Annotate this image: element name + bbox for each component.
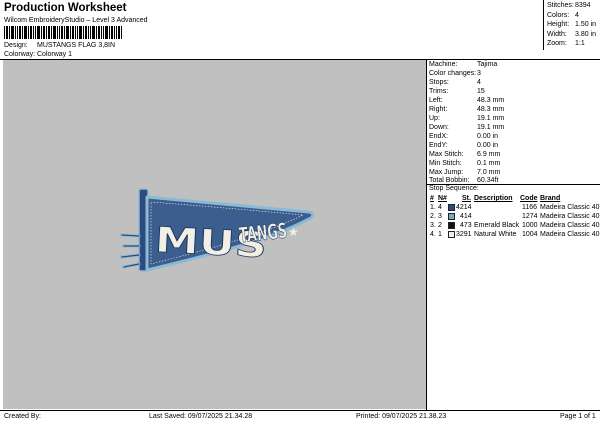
- col-header-st: St.: [462, 195, 471, 202]
- pennant-fringe: [119, 233, 141, 269]
- info-row: EndX: 0.00 in: [429, 133, 499, 140]
- col-header-n: N#: [438, 195, 447, 202]
- color-swatch: [448, 231, 455, 238]
- info-row: Stops: 4: [429, 79, 481, 86]
- colorway-value: Colorway 1: [37, 51, 73, 58]
- info-row: Machine: Tajima: [429, 61, 498, 68]
- info-row: Min Stitch: 0.1 mm: [429, 160, 501, 167]
- star-icon: ★: [288, 225, 299, 239]
- summary-row: Stitches:8394: [547, 2, 591, 9]
- colorway-row: Colorway: Colorway 1: [4, 51, 72, 58]
- design-value: MUSTANGS FLAG 3,8IN: [37, 42, 116, 49]
- info-row: Max Stitch: 6.9 mm: [429, 151, 501, 158]
- col-header-brand: Brand: [540, 195, 561, 202]
- col-header-description: Description: [474, 195, 513, 202]
- design-canvas: MUS TANGS ★: [3, 60, 426, 409]
- color-swatch: [448, 204, 455, 211]
- color-swatch: [448, 222, 455, 229]
- worksheet-title: Production Worksheet: [4, 2, 127, 14]
- panel-divider: [426, 59, 427, 410]
- footer-created-by: Created By:: [4, 413, 41, 420]
- info-row: Max Jump: 7.0 mm: [429, 169, 501, 176]
- col-header-num: #: [430, 195, 434, 202]
- info-row: Right: 48.3 mm: [429, 106, 505, 113]
- info-row: EndY: 0.00 in: [429, 142, 499, 149]
- info-row: Color changes:3: [429, 70, 481, 77]
- stop-sequence-title: Stop Sequence:: [429, 185, 479, 192]
- design-label: Design:: [4, 42, 28, 49]
- footer-divider: [0, 410, 600, 411]
- software-name: Wilcom EmbroideryStudio – Level 3 Advanc…: [4, 17, 148, 24]
- design-row: Design: MUSTANGS FLAG 3,8IN: [4, 42, 115, 49]
- col-header-code: Code: [520, 195, 538, 202]
- barcode: [4, 26, 122, 39]
- footer-last-saved: Last Saved: 09/07/2025 21.34.28: [149, 413, 253, 420]
- design-preview: MUS TANGS ★: [119, 188, 315, 272]
- info-row: Total Bobbin: 60.34ft: [429, 177, 499, 184]
- summary-box: Stitches:8394 Colors: 4 Height: 1.50 in Wi…: [543, 0, 600, 50]
- summary-row: Zoom: 1:1: [547, 40, 585, 47]
- summary-row: Colors: 4: [547, 11, 579, 19]
- info-row: Down: 19.1 mm: [429, 124, 505, 131]
- summary-row: Width: 3.80 in: [547, 30, 597, 38]
- pennant-lettering-tangs: TANGS: [238, 219, 288, 248]
- info-row: Left: 48.3 mm: [429, 97, 505, 104]
- summary-row: Height: 1.50 in: [547, 21, 597, 28]
- footer-page: Page 1 of 1: [560, 413, 596, 420]
- colorway-label: Colorway:: [4, 51, 36, 58]
- footer-printed: Printed: 09/07/2025 21.38.23: [356, 413, 447, 420]
- info-row: Up: 19.1 mm: [429, 115, 505, 122]
- info-row: Trims: 15: [429, 88, 485, 95]
- color-swatch: [448, 213, 455, 220]
